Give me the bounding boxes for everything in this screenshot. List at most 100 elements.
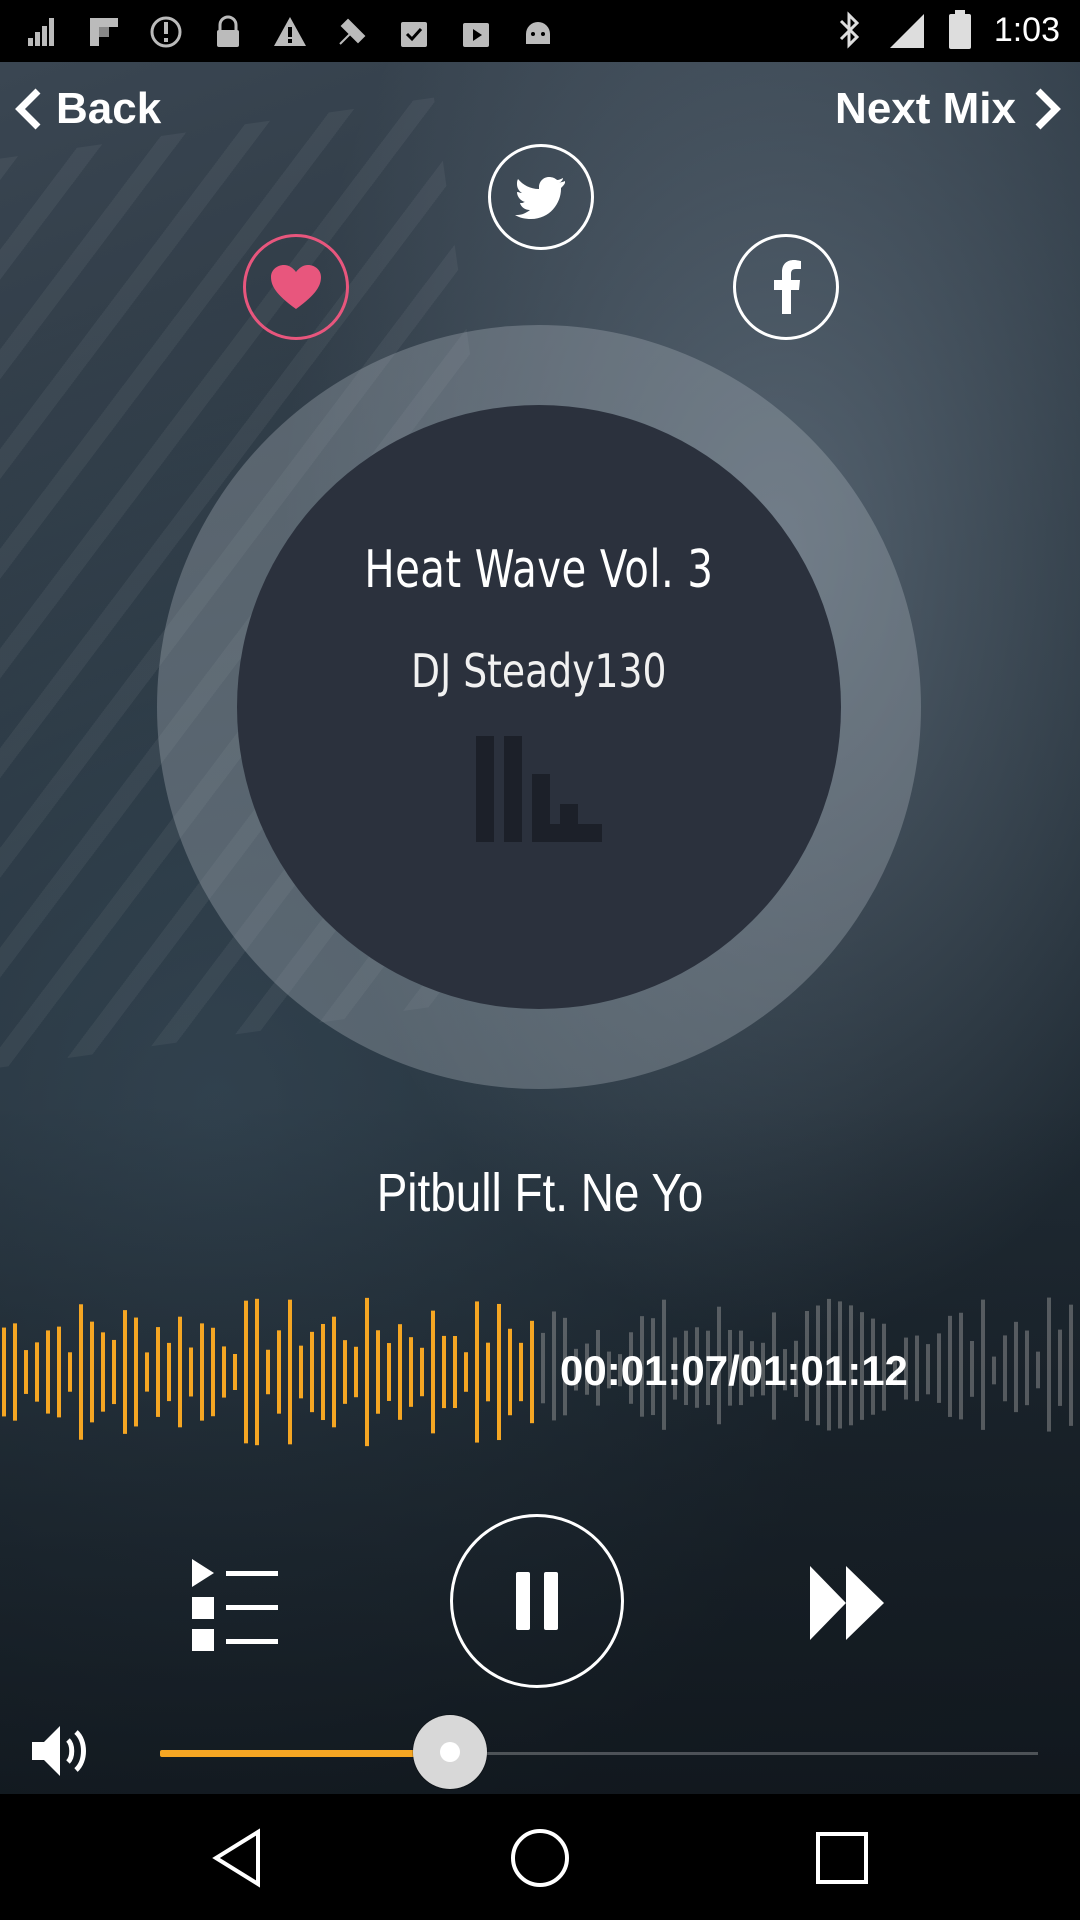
waveform-bar-played bbox=[112, 1339, 116, 1405]
waveform-bar-played bbox=[442, 1335, 446, 1409]
like-button[interactable] bbox=[243, 234, 349, 340]
waveform-bar-played bbox=[387, 1343, 391, 1401]
waveform-bar-played bbox=[2, 1327, 6, 1417]
waveform-bar-played bbox=[475, 1301, 479, 1443]
waveform-bar-played bbox=[310, 1331, 314, 1413]
waveform-bar-played bbox=[24, 1350, 28, 1394]
waveform-bar-played bbox=[200, 1323, 204, 1421]
next-mix-label: Next Mix bbox=[835, 84, 1016, 133]
waveform-bar-remaining bbox=[981, 1299, 985, 1430]
waveform-bar-played bbox=[178, 1316, 182, 1428]
player-screen: Back Next Mix Heat Wave Vol. 3 DJ Steady… bbox=[0, 62, 1080, 1794]
waveform-bar-remaining bbox=[1003, 1335, 1007, 1402]
waveform-bar-played bbox=[123, 1310, 127, 1434]
data-saver-icon bbox=[150, 16, 182, 48]
bluetooth-icon bbox=[839, 11, 859, 49]
chevron-right-icon bbox=[1035, 88, 1061, 130]
waveform-bar-played bbox=[134, 1317, 138, 1427]
fast-forward-button[interactable] bbox=[808, 1564, 886, 1642]
waveform-bar-played bbox=[530, 1320, 534, 1424]
signal-icon bbox=[28, 18, 54, 46]
status-time: 1:03 bbox=[993, 10, 1060, 49]
status-right: 1:03 bbox=[836, 10, 1060, 50]
waveform-bar-remaining bbox=[1036, 1351, 1040, 1389]
pause-icon bbox=[516, 1572, 558, 1630]
heart-icon bbox=[271, 265, 321, 309]
cell-signal-icon bbox=[889, 14, 924, 48]
waveform-bar-played bbox=[497, 1303, 501, 1441]
back-label: Back bbox=[56, 84, 162, 133]
mix-artist: DJ Steady130 bbox=[411, 644, 667, 698]
fake-gps-icon bbox=[339, 18, 366, 45]
volume-icon[interactable] bbox=[30, 1722, 96, 1780]
waveform-bar-played bbox=[431, 1310, 435, 1434]
volume-fill bbox=[160, 1750, 450, 1757]
waveform-bar-remaining bbox=[948, 1315, 952, 1417]
track-time: 00:01:07/01:01:12 bbox=[560, 1347, 908, 1394]
waveform-bar-played bbox=[299, 1345, 303, 1399]
facebook-share-button[interactable] bbox=[733, 234, 839, 340]
volume-slider[interactable] bbox=[160, 1715, 1038, 1789]
waveform-bar-played bbox=[332, 1316, 336, 1428]
waveform-bar-played bbox=[211, 1327, 215, 1417]
waveform-bar-played bbox=[244, 1300, 248, 1444]
chevron-left-icon bbox=[15, 88, 41, 130]
waveform-bar-played bbox=[266, 1349, 270, 1395]
waveform-bar-played bbox=[35, 1342, 39, 1402]
waveform-bar-remaining bbox=[915, 1335, 919, 1402]
waveform-bar-remaining bbox=[1014, 1321, 1018, 1413]
waveform-bar-remaining bbox=[1025, 1330, 1029, 1406]
waveform-bar-remaining bbox=[970, 1340, 974, 1397]
waveform-bar-remaining bbox=[541, 1332, 545, 1404]
waveform-bar-played bbox=[365, 1297, 369, 1447]
waveform-bar-remaining bbox=[1069, 1304, 1073, 1426]
waveform-bar-remaining bbox=[937, 1333, 941, 1403]
waveform-bar-remaining bbox=[959, 1312, 963, 1420]
mix-disc: Heat Wave Vol. 3 DJ Steady130 bbox=[157, 325, 921, 1089]
home-nav-icon[interactable] bbox=[508, 1826, 572, 1890]
waveform-bar-played bbox=[508, 1328, 512, 1416]
waveform-bar-played bbox=[189, 1347, 193, 1397]
mix-disc-center: Heat Wave Vol. 3 DJ Steady130 bbox=[237, 405, 841, 1009]
waveform-bar-remaining bbox=[552, 1311, 556, 1421]
waveform-bar-remaining bbox=[1047, 1297, 1051, 1432]
system-nav-bar bbox=[0, 1794, 1080, 1920]
back-nav-icon[interactable] bbox=[206, 1826, 270, 1890]
equalizer-logo-icon bbox=[476, 736, 602, 842]
status-icons bbox=[24, 14, 556, 50]
waveform-bar-played bbox=[255, 1298, 259, 1446]
waveform-bar-played bbox=[409, 1337, 413, 1407]
waveform-bar-played bbox=[233, 1353, 237, 1391]
track-name: Pitbull Ft. Ne Yo bbox=[376, 1163, 704, 1223]
waveform-bar-played bbox=[13, 1323, 17, 1421]
warning-icon bbox=[274, 17, 306, 46]
pause-button[interactable] bbox=[450, 1514, 624, 1688]
waveform-bar-played bbox=[288, 1299, 292, 1445]
waveform-bar-played bbox=[453, 1335, 457, 1409]
waveform-bar-played bbox=[57, 1326, 61, 1418]
waveform-bar-played bbox=[222, 1346, 226, 1398]
back-button[interactable]: Back bbox=[14, 84, 161, 134]
playlist-button[interactable] bbox=[190, 1557, 280, 1657]
waveform-bar-played bbox=[343, 1340, 347, 1404]
waveform-bar-played bbox=[420, 1347, 424, 1397]
waveform-bar-played bbox=[167, 1342, 171, 1402]
waveform-bar-played bbox=[398, 1324, 402, 1420]
facebook-icon bbox=[774, 260, 801, 314]
mix-title: Heat Wave Vol. 3 bbox=[364, 540, 714, 600]
twitter-share-button[interactable] bbox=[488, 144, 594, 250]
waveform-bar-played bbox=[354, 1346, 358, 1398]
waveform-bar-remaining bbox=[1058, 1329, 1062, 1406]
android-icon bbox=[526, 22, 550, 44]
next-mix-button[interactable]: Next Mix bbox=[835, 84, 1062, 134]
track-progress-waveform[interactable] bbox=[0, 1272, 1080, 1472]
waveform-bar-played bbox=[101, 1332, 105, 1412]
waveform-bar-remaining bbox=[992, 1356, 996, 1385]
recents-nav-icon[interactable] bbox=[810, 1826, 874, 1890]
waveform-bar-played bbox=[156, 1327, 160, 1417]
status-bar: 1:03 bbox=[0, 0, 1080, 62]
flipboard-icon bbox=[90, 18, 118, 46]
clipboard-check-icon bbox=[401, 22, 427, 47]
volume-thumb[interactable] bbox=[412, 1715, 487, 1789]
waveform-bar-played bbox=[68, 1352, 72, 1392]
